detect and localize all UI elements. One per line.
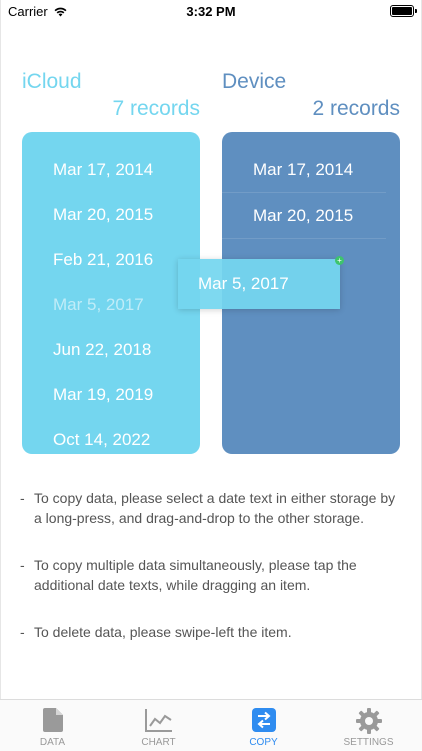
swap-arrows-icon xyxy=(251,708,276,732)
drop-add-indicator-icon: + xyxy=(335,256,344,265)
icloud-record-count: 7 records xyxy=(112,97,200,120)
icloud-date-item[interactable]: Mar 17, 2014 xyxy=(22,147,200,192)
icloud-title: iCloud xyxy=(22,70,82,93)
icloud-date-item[interactable]: Feb 21, 2016 xyxy=(22,237,200,282)
instruction-delete: - To delete data, please swipe-left the … xyxy=(20,622,400,642)
tab-copy-label: COPY xyxy=(249,737,278,748)
instruction-delete-text: To delete data, please swipe-left the it… xyxy=(34,624,292,640)
instruction-copy: - To copy data, please select a date tex… xyxy=(20,488,400,528)
icloud-date-item[interactable]: Mar 19, 2019 xyxy=(22,372,200,417)
device-date-item[interactable]: Mar 17, 2014 xyxy=(222,147,386,193)
device-title: Device xyxy=(222,70,287,93)
clock: 3:32 PM xyxy=(186,4,236,19)
tab-chart-label: CHART xyxy=(141,737,176,748)
instruction-multi-copy: - To copy multiple data simultaneously, … xyxy=(20,555,400,595)
dragged-date-item[interactable]: Mar 5, 2017 xyxy=(178,259,340,309)
instruction-multi-copy-text: To copy multiple data simultaneously, pl… xyxy=(34,557,357,593)
gear-icon xyxy=(355,708,382,734)
icloud-date-item-dragging-source[interactable]: Mar 5, 2017 xyxy=(22,282,200,327)
device-date-item[interactable]: Mar 20, 2015 xyxy=(222,193,386,239)
screen-left-border xyxy=(0,0,1,750)
tab-settings[interactable]: SETTINGS xyxy=(316,700,421,751)
tab-data[interactable]: DATA xyxy=(0,700,105,751)
icloud-date-item[interactable]: Jun 22, 2018 xyxy=(22,327,200,372)
status-bar: Carrier 3:32 PM xyxy=(0,0,422,24)
tab-chart[interactable]: CHART xyxy=(106,700,211,751)
battery-icon xyxy=(390,5,417,17)
tab-copy[interactable]: COPY xyxy=(211,700,316,751)
tab-data-label: DATA xyxy=(39,737,66,748)
tab-settings-label: SETTINGS xyxy=(343,737,394,748)
tab-bar: DATA CHART COPY SETTINGS xyxy=(0,699,422,751)
icloud-record-list[interactable]: Mar 17, 2014 Mar 20, 2015 Feb 21, 2016 M… xyxy=(22,132,200,454)
document-icon xyxy=(42,708,63,732)
instruction-copy-text: To copy data, please select a date text … xyxy=(34,490,396,526)
device-record-count: 2 records xyxy=(312,97,400,120)
icloud-date-item[interactable]: Oct 14, 2022 xyxy=(22,417,200,454)
chart-icon xyxy=(144,709,172,732)
icloud-date-item[interactable]: Mar 20, 2015 xyxy=(22,192,200,237)
